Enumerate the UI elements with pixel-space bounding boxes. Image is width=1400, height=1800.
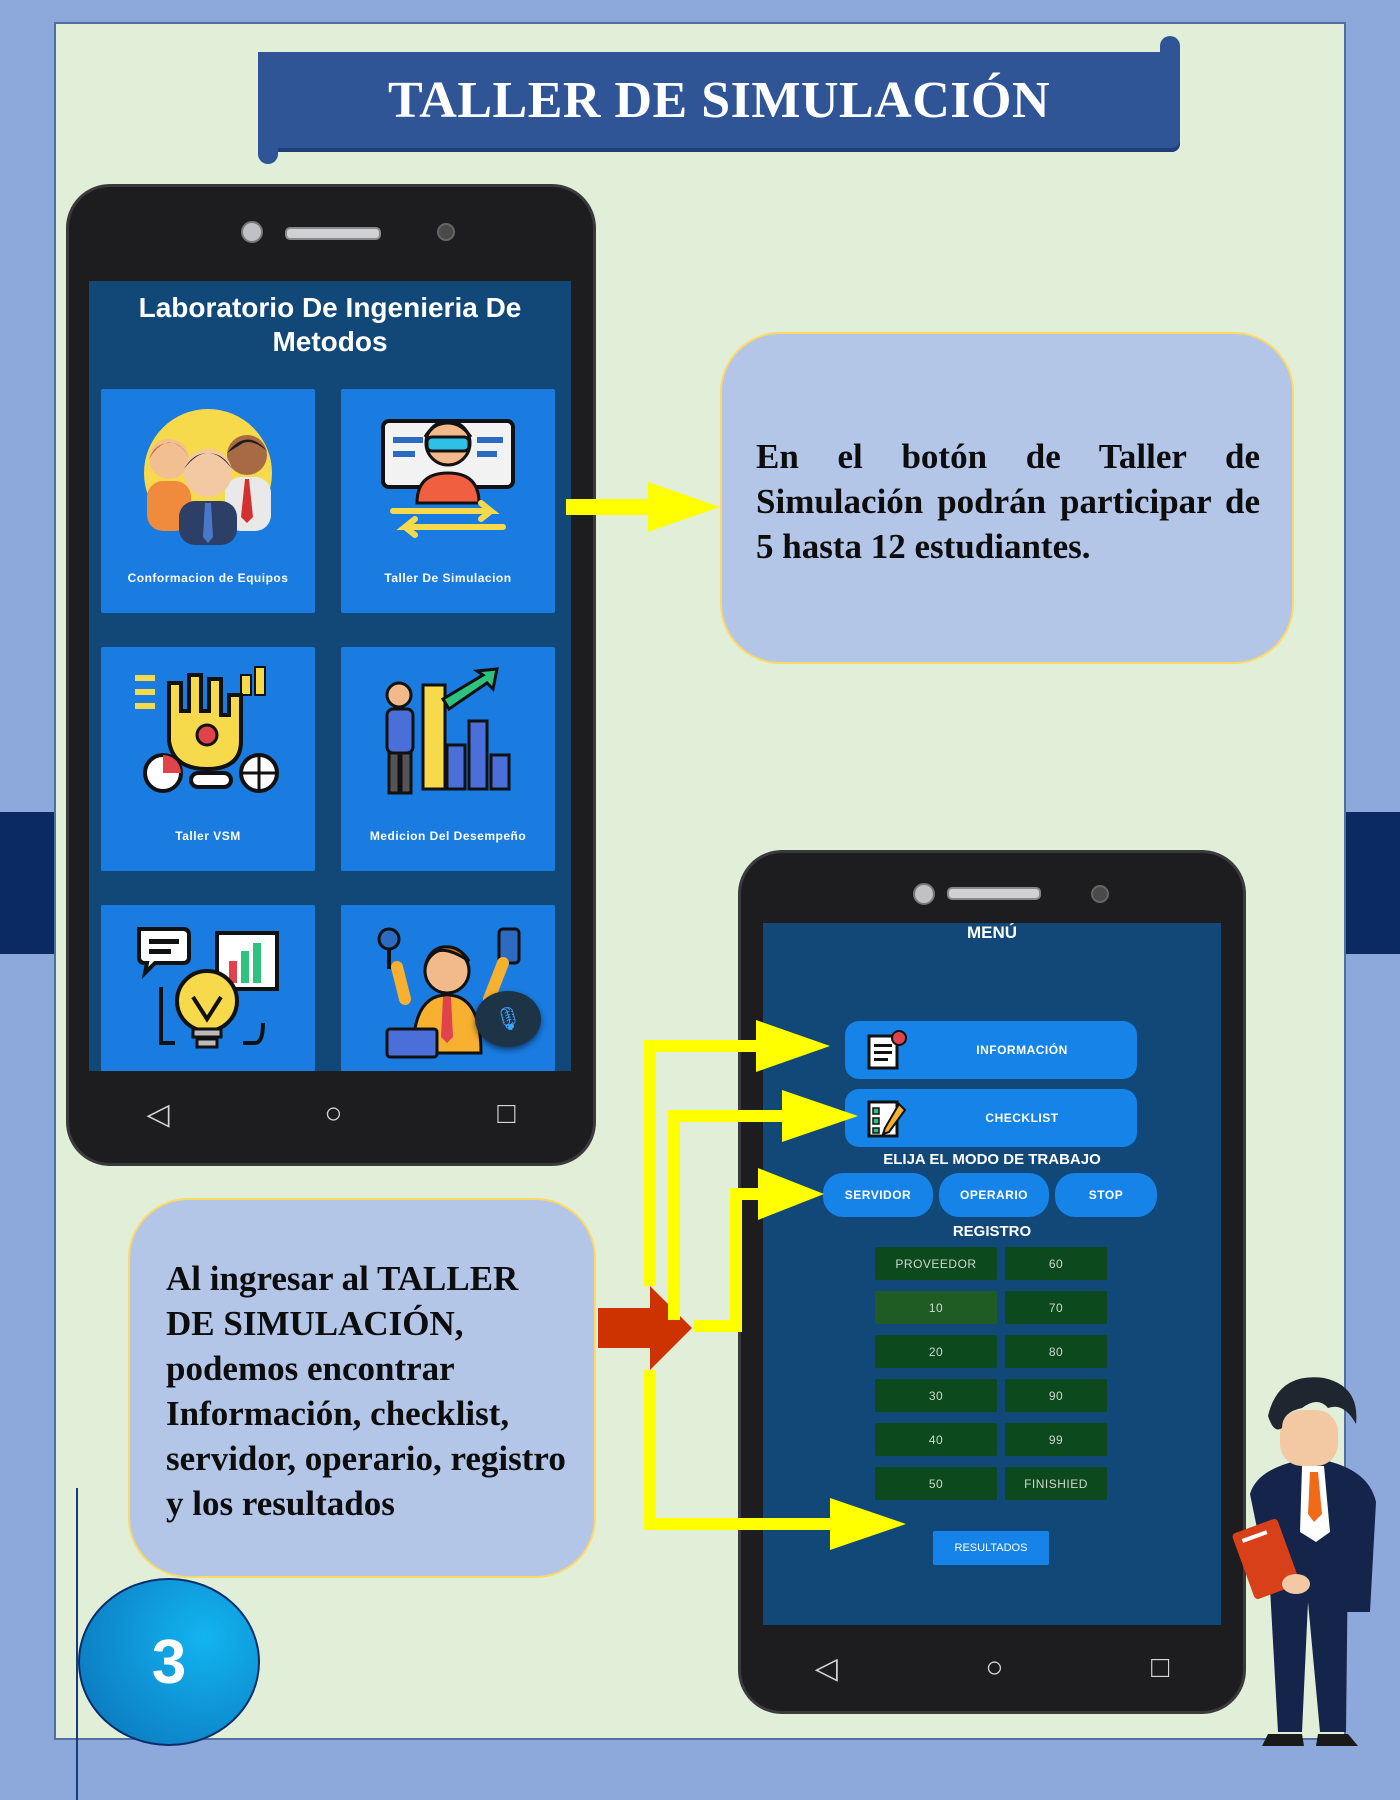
home-icon[interactable]: ○ bbox=[324, 1097, 342, 1131]
decorative-band-left bbox=[0, 812, 56, 954]
registro-cell[interactable]: FINISHIED bbox=[1005, 1467, 1107, 1500]
registro-label: REGISTRO bbox=[952, 1223, 1032, 1240]
page-title: TALLER DE SIMULACIÓN bbox=[387, 71, 1051, 129]
microphone-fab-button[interactable]: 🎙 bbox=[475, 991, 541, 1047]
app-title: Laboratorio De Ingenieria De Metodos bbox=[138, 292, 522, 357]
tile-label: Taller De Simulacion bbox=[384, 571, 512, 585]
registro-cell[interactable]: 30 bbox=[875, 1379, 997, 1412]
android-navbar: ◁ ○ □ bbox=[741, 1625, 1243, 1711]
informacion-label: INFORMACIÓN bbox=[976, 1043, 1068, 1057]
tile-label: Medicion Del Desempeño bbox=[369, 829, 527, 843]
decorative-vertical-line bbox=[76, 1488, 78, 1800]
recents-icon[interactable]: □ bbox=[1151, 1651, 1169, 1685]
android-navbar: ◁ ○ □ bbox=[69, 1071, 593, 1157]
back-icon[interactable]: ◁ bbox=[815, 1651, 838, 1686]
registro-cell[interactable]: 80 bbox=[1005, 1335, 1107, 1368]
performance-chart-icon bbox=[385, 667, 511, 795]
tile-taller-simulacion[interactable]: Taller De Simulacion bbox=[341, 389, 555, 613]
registro-cell[interactable]: PROVEEDOR bbox=[875, 1247, 997, 1280]
document-info-icon bbox=[867, 1030, 907, 1070]
decorative-band-right bbox=[1344, 812, 1400, 954]
checklist-label: CHECKLIST bbox=[985, 1111, 1059, 1125]
vr-simulation-icon bbox=[381, 419, 515, 538]
phone-screen: Laboratorio De Ingenieria De Metodos Con… bbox=[89, 281, 571, 1071]
checklist-icon bbox=[867, 1100, 907, 1138]
tile-label: Conformacion de Equipos bbox=[127, 571, 289, 585]
front-camera-icon bbox=[241, 221, 263, 243]
operario-button[interactable]: OPERARIO bbox=[939, 1173, 1049, 1217]
title-banner: TALLER DE SIMULACIÓN bbox=[258, 36, 1180, 164]
back-icon[interactable]: ◁ bbox=[146, 1097, 169, 1132]
resultados-button[interactable]: RESULTADOS bbox=[933, 1531, 1049, 1565]
tile-worker[interactable] bbox=[341, 905, 555, 1071]
phone-main-menu: Laboratorio De Ingenieria De Metodos Con… bbox=[66, 184, 596, 1166]
phone-simulation-menu: MENÚ INFORMACIÓN CHECKLIST ELIJA EL MODO… bbox=[738, 850, 1246, 1714]
servidor-button[interactable]: SERVIDOR bbox=[823, 1173, 933, 1217]
menu-title: MENÚ bbox=[966, 923, 1018, 942]
front-camera-icon bbox=[913, 883, 935, 905]
tile-taller-vsm[interactable]: Taller VSM bbox=[101, 647, 315, 871]
page-number: 3 bbox=[151, 1627, 187, 1697]
mode-section-label: ELIJA EL MODO DE TRABAJO bbox=[883, 1151, 1101, 1168]
stop-button[interactable]: STOP bbox=[1055, 1173, 1157, 1217]
recents-icon[interactable]: □ bbox=[497, 1097, 515, 1131]
registro-cell[interactable]: 90 bbox=[1005, 1379, 1107, 1412]
tile-label: Taller VSM bbox=[175, 829, 241, 843]
registro-cell[interactable]: 50 bbox=[875, 1467, 997, 1500]
speaker-grille bbox=[947, 887, 1041, 900]
registro-cell[interactable]: 99 bbox=[1005, 1423, 1107, 1456]
home-icon[interactable]: ○ bbox=[985, 1651, 1003, 1685]
registro-cell[interactable]: 70 bbox=[1005, 1291, 1107, 1324]
checklist-button[interactable]: CHECKLIST bbox=[845, 1089, 1137, 1147]
microphone-icon: 🎙 bbox=[494, 1006, 522, 1031]
tile-conformacion-equipos[interactable]: Conformacion de Equipos bbox=[101, 389, 315, 613]
registro-cell[interactable]: 10 bbox=[875, 1291, 997, 1324]
hand-analytics-icon bbox=[135, 666, 279, 793]
registro-cell[interactable]: 60 bbox=[1005, 1247, 1107, 1280]
page-number-badge: 3 bbox=[78, 1578, 260, 1746]
registro-cell[interactable]: 20 bbox=[875, 1335, 997, 1368]
tile-medicion-desempeno[interactable]: Medicion Del Desempeño bbox=[341, 647, 555, 871]
sensor-icon bbox=[437, 223, 455, 241]
phone-screen: MENÚ INFORMACIÓN CHECKLIST ELIJA EL MODO… bbox=[763, 923, 1221, 1625]
callout-description: Al ingresar al TALLER DE SIMULACIÓN, pod… bbox=[128, 1198, 596, 1578]
idea-bulb-icon bbox=[137, 927, 279, 1049]
sensor-icon bbox=[1091, 885, 1109, 903]
tile-ideas[interactable] bbox=[101, 905, 315, 1071]
informacion-button[interactable]: INFORMACIÓN bbox=[845, 1021, 1137, 1079]
team-icon bbox=[144, 409, 272, 545]
registro-cell[interactable]: 40 bbox=[875, 1423, 997, 1456]
callout-participants: En el botón de Taller de Simulación podr… bbox=[720, 332, 1294, 664]
speaker-grille bbox=[285, 227, 381, 240]
